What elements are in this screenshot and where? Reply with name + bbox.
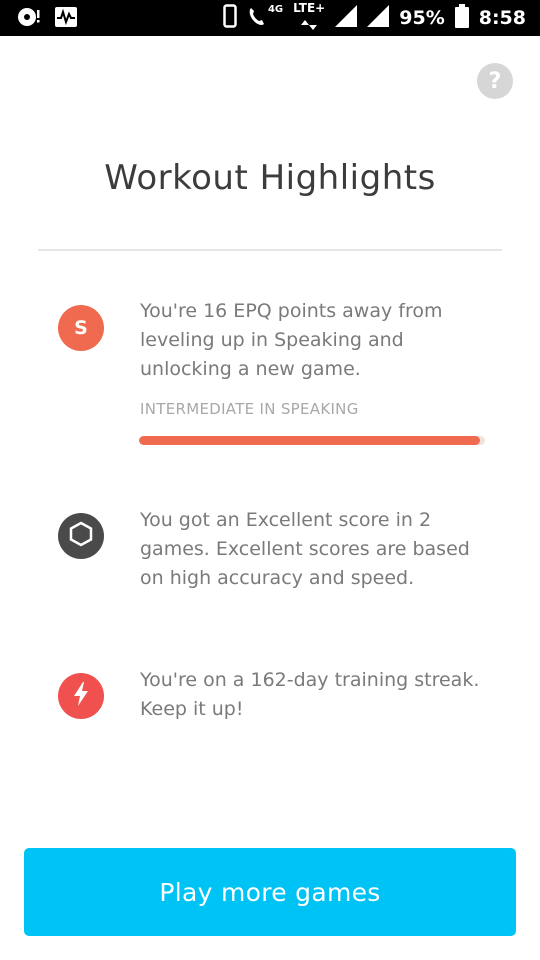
lte-label: LTE+: [293, 1, 326, 15]
badge-letter: S: [74, 317, 88, 339]
call-4g-indicator: 4G: [247, 5, 283, 31]
help-button[interactable]: ?: [477, 63, 513, 99]
highlight-training-streak-text: You're on a 162-day training streak. Kee…: [140, 669, 480, 720]
highlight-level-up-text: You're 16 EPQ points away from leveling …: [140, 300, 443, 380]
status-bar: 4G LTE+ 95% 8:58: [0, 0, 540, 36]
title-divider: [38, 249, 502, 251]
phone-frame-icon: [223, 4, 237, 32]
signal-strength-icon: [335, 5, 358, 31]
question-mark-icon: ?: [488, 68, 502, 94]
page-title: Workout Highlights: [104, 158, 436, 198]
level-label: INTERMEDIATE IN SPEAKING: [140, 400, 359, 418]
excellent-badge: [58, 513, 104, 559]
status-bar-left: [16, 6, 78, 32]
level-progress-fill: [139, 436, 480, 445]
speaking-badge-icon: S: [58, 305, 104, 351]
battery-icon: [454, 4, 469, 32]
hexagon-icon: [68, 521, 94, 551]
data-arrows-icon: [301, 15, 318, 34]
signal-strength-2-icon: [367, 5, 390, 31]
streak-badge: [58, 673, 104, 719]
lte-indicator: LTE+: [293, 2, 325, 34]
wifi-call-icon: [247, 5, 267, 31]
level-progress-bar: [139, 436, 485, 445]
lightning-icon: [71, 681, 91, 711]
highlight-excellent-score-text: You got an Excellent score in 2 games. E…: [140, 509, 470, 589]
activity-monitor-icon: [54, 6, 78, 32]
play-more-games-button[interactable]: Play more games: [24, 848, 516, 936]
clock: 8:58: [478, 7, 526, 29]
network-badge: 4G: [267, 4, 284, 15]
status-bar-right: 4G LTE+ 95% 8:58: [223, 0, 526, 36]
battery-percent: 95%: [399, 7, 445, 29]
podcast-icon: [16, 6, 42, 32]
